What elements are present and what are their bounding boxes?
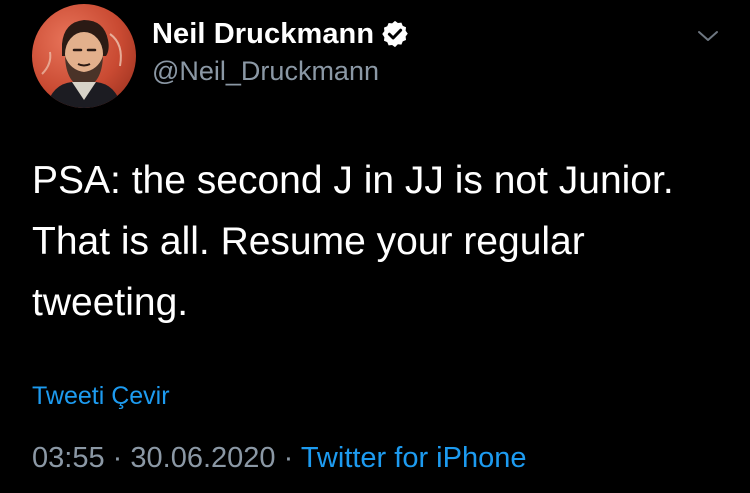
- verified-badge-icon: [380, 19, 410, 49]
- tweet-source-link[interactable]: Twitter for iPhone: [301, 442, 527, 474]
- author-header: Neil Druckmann @Neil_Druckmann: [152, 14, 410, 87]
- author-avatar[interactable]: [32, 4, 136, 108]
- translate-tweet-link[interactable]: Tweeti Çevir: [32, 382, 170, 411]
- tweet-card: Neil Druckmann @Neil_Druckmann PSA: the …: [0, 0, 750, 493]
- author-handle[interactable]: @Neil_Druckmann: [152, 56, 410, 87]
- meta-separator: ·: [283, 442, 294, 474]
- tweet-line: That is all. Resume your regular: [32, 220, 585, 263]
- tweet-line: PSA: the second J in JJ is not Junior.: [32, 159, 674, 202]
- tweet-meta: 03:55 · 30.06.2020 · Twitter for iPhone: [32, 442, 526, 475]
- tweet-date: 30.06.2020: [130, 442, 276, 474]
- tweet-body: PSA: the second J in JJ is not Junior. T…: [32, 150, 722, 333]
- tweet-time: 03:55: [32, 442, 105, 474]
- author-display-name[interactable]: Neil Druckmann: [152, 18, 374, 51]
- tweet-line: tweeting.: [32, 281, 189, 324]
- name-row: Neil Druckmann: [152, 14, 410, 54]
- avatar-portrait-icon: [41, 20, 122, 108]
- chevron-down-icon[interactable]: [696, 24, 720, 48]
- meta-separator: ·: [112, 442, 123, 474]
